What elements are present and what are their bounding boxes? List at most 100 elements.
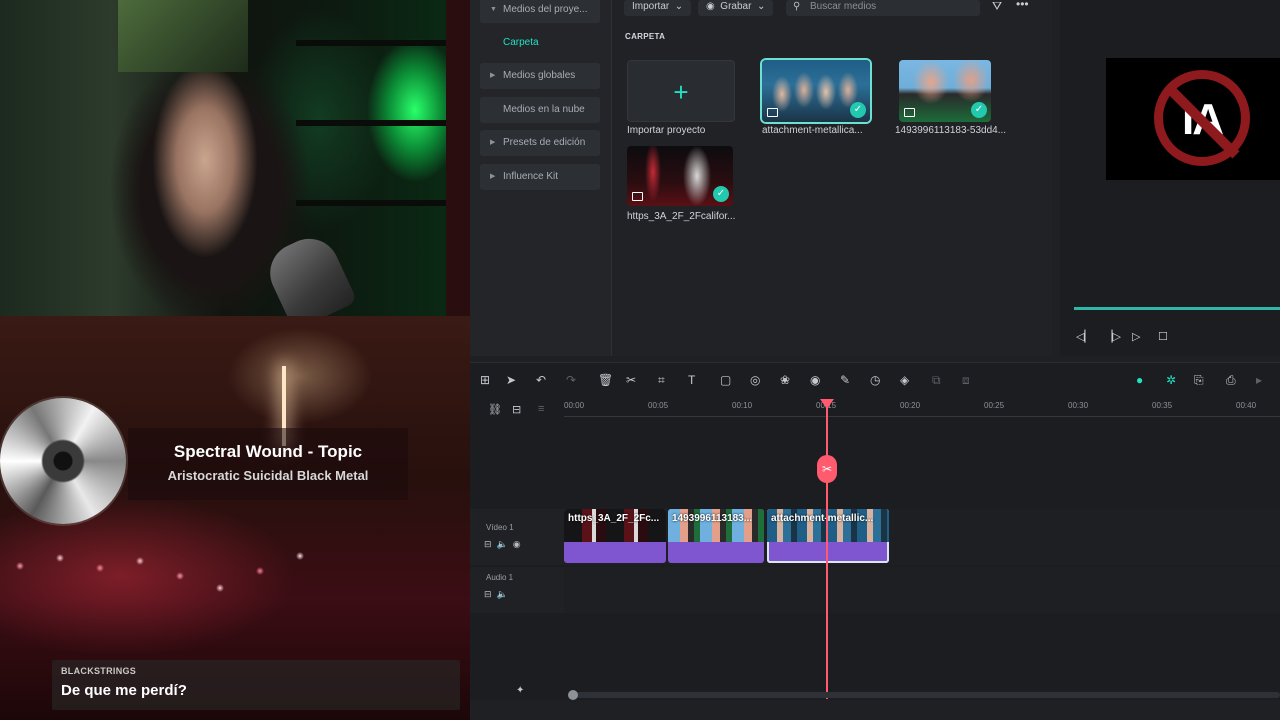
audio-track [564, 567, 1280, 613]
scrollbar-thumb[interactable] [568, 690, 578, 700]
more-tools-icon[interactable]: ▸ [1256, 373, 1262, 387]
record-icon: ◉ [706, 1, 718, 12]
search-icon: ⚲ [793, 1, 801, 12]
record-button[interactable]: ◉ Grabar ⌄ [698, 0, 774, 16]
video-track-header: Vídeo 1 ⊟ 🔈 ◉ [470, 509, 564, 565]
volume-icon[interactable]: 🔈 [497, 539, 508, 549]
previous-frame-icon[interactable]: ◁▏ [1076, 330, 1093, 343]
chevron-down-icon: ⌄ [672, 1, 684, 12]
edit-icon[interactable]: ✎ [840, 373, 850, 387]
track-controls: ⊟ 🔈 ◉ [484, 539, 521, 550]
preview-progress-bar[interactable] [1074, 307, 1280, 310]
timeline-scrollbar[interactable] [568, 690, 1280, 700]
folder-icon[interactable]: ⊟ [484, 539, 492, 549]
album-art-disc [0, 398, 126, 524]
video-track: https_3A_2F_2Fc... 1493996113183... atta… [564, 509, 1280, 565]
ruler-tick: 00:05 [648, 401, 669, 410]
add-track-icon[interactable]: ✦ [516, 685, 524, 696]
snap-toggle-icon[interactable]: ● [1136, 373, 1143, 387]
search-input[interactable]: ⚲ Buscar medios [786, 0, 980, 16]
shape-icon[interactable]: ▢ [720, 373, 731, 387]
color-icon[interactable]: ❀ [780, 373, 790, 387]
plus-icon: + [673, 77, 689, 107]
timeline-clip-selected[interactable]: attachment-metallic... [767, 509, 889, 563]
chevron-down-icon: ⌄ [754, 1, 766, 12]
clip-label: https_3A_2F_2Fc... [568, 513, 660, 524]
layout-icon[interactable]: ⊞ [480, 373, 490, 387]
now-playing-title: Spectral Wound - Topic [173, 442, 363, 461]
ruler-tick: 00:40 [1236, 401, 1257, 410]
keyframe-icon[interactable]: ◈ [900, 373, 909, 387]
snapshot-icon[interactable]: ⎙ [1226, 373, 1236, 388]
sidebar-item-global-media[interactable]: ▶ Medios globales [480, 63, 600, 89]
filter-icon[interactable]: ⛛ [992, 0, 1002, 14]
timeline-ruler[interactable]: 00:00 00:05 00:10 00:15 00:20 00:25 00:3… [564, 401, 1280, 417]
ruler-tick: 00:00 [564, 401, 585, 410]
chat-username: BLACKSTRINGS [61, 666, 137, 676]
play-icon[interactable]: ▷ [1132, 330, 1140, 343]
sidebar-item-edit-presets[interactable]: ▶ Presets de edición [480, 130, 600, 156]
now-playing-panel: Spectral Wound - Topic Aristocratic Suic… [128, 428, 408, 500]
media-item-thumbnail[interactable]: ✓ [627, 146, 733, 206]
more-icon[interactable]: ••• [1016, 0, 1029, 11]
speed-icon[interactable]: ◷ [870, 373, 880, 387]
sidebar-item-label: Presets de edición [503, 137, 586, 148]
track-controls: ⊟ 🔈 [484, 589, 508, 600]
playhead[interactable] [826, 399, 828, 699]
select-tool-icon[interactable]: ➤ [506, 373, 516, 387]
now-playing-artist: Aristocratic Suicidal Black Metal [167, 468, 369, 483]
sidebar-item-folder[interactable]: Carpeta [480, 30, 600, 56]
media-item-thumbnail[interactable]: ✓ [899, 60, 991, 122]
ai-icon[interactable]: ◉ [810, 373, 820, 387]
link-icon[interactable]: ⛓ [488, 403, 502, 416]
sidebar-item-cloud-media[interactable]: Medios en la nube [480, 97, 600, 123]
ruler-tick: 00:30 [1068, 401, 1089, 410]
undo-icon[interactable]: ↶ [536, 373, 546, 387]
delete-icon[interactable]: 🗑 [598, 373, 613, 387]
string-lights [0, 546, 470, 606]
volume-icon[interactable]: 🔈 [497, 589, 508, 599]
render-icon[interactable]: ⎘ [1194, 373, 1204, 388]
media-item-thumbnail[interactable]: ✓ [762, 60, 870, 122]
track-list-icon[interactable]: ≡ [538, 403, 544, 415]
track-add-icon[interactable]: ⊟ [512, 403, 521, 416]
crop-icon[interactable]: ⌗ [658, 373, 665, 388]
media-library: Importar ⌄ ◉ Grabar ⌄ ⚲ Buscar medios ⛛ … [612, 0, 1052, 356]
import-button[interactable]: Importar ⌄ [624, 0, 692, 16]
import-project-card[interactable]: + [627, 60, 735, 122]
ruler-tick: 00:35 [1152, 401, 1173, 410]
magnet-icon[interactable]: ✲ [1166, 373, 1176, 387]
text-icon[interactable]: T [688, 373, 695, 387]
no-ai-logo: IA [1154, 70, 1250, 166]
wall-poster [118, 0, 248, 72]
mask-icon[interactable]: ◎ [750, 373, 760, 387]
next-frame-icon[interactable]: ▕▷ [1104, 330, 1121, 343]
webcam-feed [0, 0, 446, 316]
image-type-icon [767, 108, 778, 117]
redo-icon: ↷ [566, 373, 577, 387]
ruler-tick: 00:20 [900, 401, 921, 410]
chat-text: De que me perdí? [61, 682, 187, 699]
timeline-clip[interactable]: https_3A_2F_2Fc... [564, 509, 666, 563]
scissors-icon[interactable]: ✂ [626, 373, 636, 387]
chevron-right-icon: ▶ [490, 72, 496, 79]
shelf [296, 40, 446, 46]
media-item-label: 1493996113183-53dd4... [895, 125, 1007, 136]
sidebar-item-project-media[interactable]: ▼ Medios del proye... [480, 0, 600, 23]
video-editor: ▼ Medios del proye... Carpeta ▶ Medios g… [470, 0, 1280, 720]
timeline-clip[interactable]: 1493996113183... [668, 509, 764, 563]
check-icon: ✓ [971, 102, 987, 118]
sidebar-item-label: Medios en la nube [503, 104, 585, 115]
audio-track-header: Audio 1 ⊟ 🔈 [470, 567, 564, 613]
eye-icon[interactable]: ◉ [513, 539, 521, 549]
check-icon: ✓ [713, 186, 729, 202]
sidebar-item-label: Carpeta [503, 37, 539, 48]
track-name: Vídeo 1 [486, 523, 514, 532]
sidebar-item-influence-kit[interactable]: ▶ Influence Kit [480, 164, 600, 190]
timeline-panel: ⊞ ➤ ↶ ↷ 🗑 ✂ ⌗ T ▢ ◎ ❀ ◉ ✎ ◷ ◈ ⧉ ⧈ ● ✲ ⎘ … [470, 362, 1280, 700]
folder-icon[interactable]: ⊟ [484, 589, 492, 599]
scissors-icon[interactable]: ✂ [817, 455, 837, 483]
stop-icon[interactable]: ☐ [1158, 330, 1168, 343]
image-type-icon [904, 108, 915, 117]
folder-heading: CARPETA [625, 32, 666, 41]
